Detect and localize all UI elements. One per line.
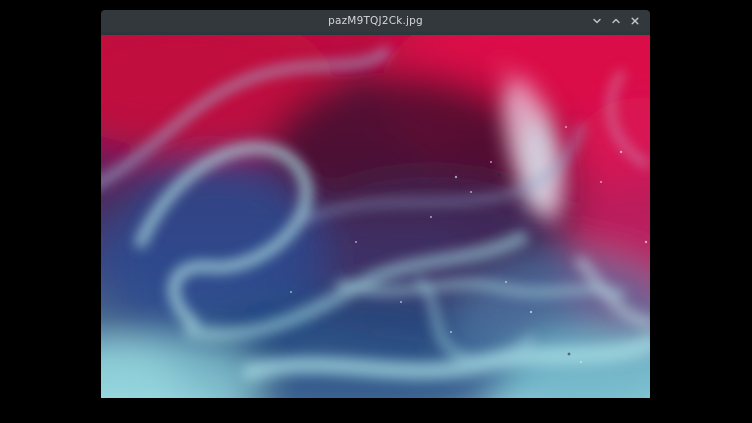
image-viewer-window: pazM9TQJ2Ck.jpg (101, 10, 650, 398)
close-icon (630, 16, 640, 26)
desktop-background: pazM9TQJ2Ck.jpg (0, 0, 752, 423)
titlebar[interactable]: pazM9TQJ2Ck.jpg (101, 10, 650, 32)
maximize-button[interactable] (609, 14, 623, 28)
chevron-down-icon (592, 16, 602, 26)
minimize-button[interactable] (590, 14, 604, 28)
window-controls (590, 10, 642, 32)
close-button[interactable] (628, 14, 642, 28)
window-title: pazM9TQJ2Ck.jpg (328, 10, 423, 32)
image-canvas (101, 32, 650, 398)
chevron-up-icon (611, 16, 621, 26)
ink-photo (101, 32, 650, 398)
